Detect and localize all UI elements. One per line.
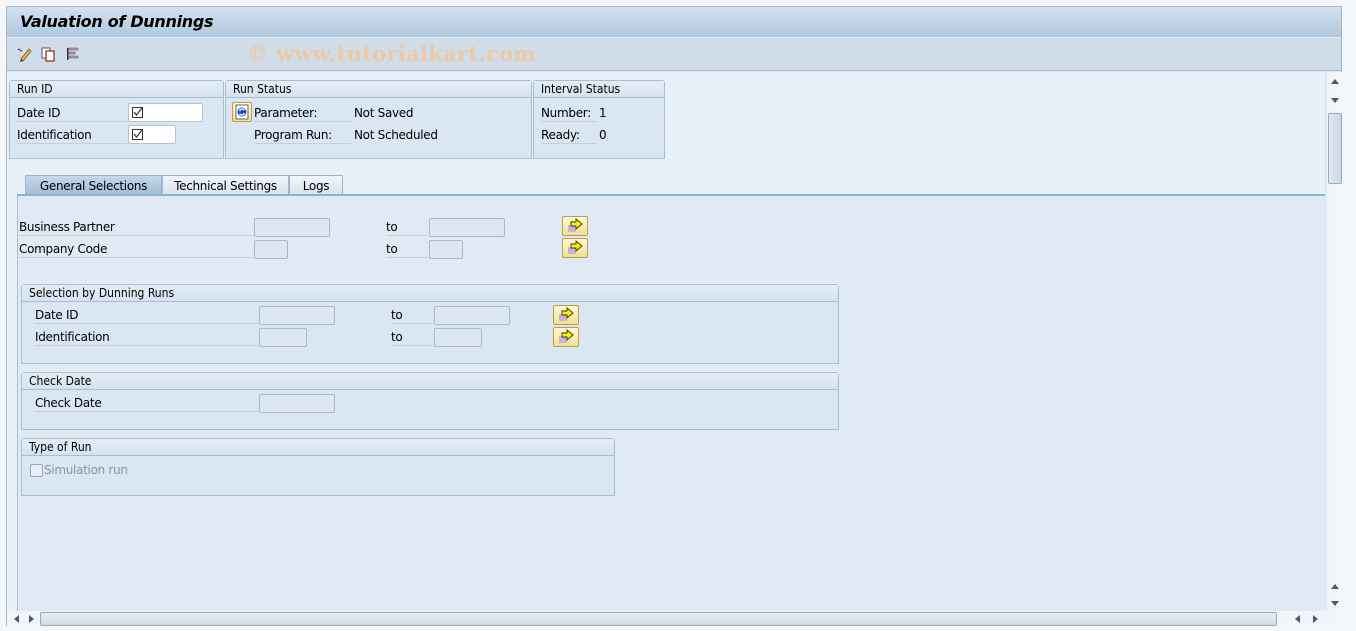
scroll-up-bottom-button[interactable] [1327, 579, 1343, 595]
business-partner-multiple-selection-button[interactable] [562, 216, 588, 236]
program-run-label: Program Run: [254, 126, 351, 144]
business-partner-label: Business Partner [19, 218, 255, 236]
sap-window: Valuation of Dunnings © www.tutorialkart… [6, 6, 1343, 627]
company-code-to-input[interactable] [429, 240, 463, 259]
company-code-label: Company Code [19, 240, 255, 258]
run-id-date-id-input[interactable] [128, 103, 203, 122]
company-code-from-input[interactable] [254, 240, 288, 259]
number-label: Number: [541, 104, 597, 122]
business-partner-to-label: to [386, 218, 428, 236]
tab-logs[interactable]: Logs [289, 175, 343, 195]
page-title: Valuation of Dunnings [20, 12, 214, 31]
scroll-left-end-button[interactable] [1290, 611, 1306, 627]
dunning-date-id-multiple-selection-button[interactable] [553, 305, 579, 325]
scroll-down-bottom-button[interactable] [1327, 595, 1343, 611]
scroll-down-button[interactable] [1327, 92, 1343, 108]
vertical-scroll-thumb[interactable] [1328, 113, 1342, 184]
scroll-up-button[interactable] [1327, 74, 1343, 90]
vertical-scrollbar[interactable] [1327, 72, 1343, 612]
business-partner-from-input[interactable] [254, 218, 330, 237]
check-date-input[interactable] [259, 394, 335, 413]
run-id-identification-label: Identification [17, 126, 127, 144]
edit-variant-icon[interactable] [16, 45, 34, 63]
multiple-selection-arrow-icon [559, 329, 574, 343]
run-id-identification-input[interactable] [128, 125, 176, 144]
run-status-group: Run Status Parameter: Not Saved Program … [225, 80, 532, 159]
scroll-right-end-button[interactable] [1307, 611, 1323, 627]
horizontal-scrollbar[interactable] [7, 611, 1343, 627]
business-partner-to-input[interactable] [429, 218, 505, 237]
main-content: Run ID Date ID Identification Run Status [7, 72, 1325, 612]
type-of-run-group: Type of Run Simulation run [21, 438, 615, 496]
run-status-group-title: Run Status [226, 81, 531, 98]
interval-status-group: Interval Status Number: 1 Ready: 0 [533, 80, 665, 159]
interval-status-group-title: Interval Status [534, 81, 664, 98]
multiple-selection-arrow-icon [568, 218, 583, 232]
multiple-selection-arrow-icon [568, 240, 583, 254]
parameter-label: Parameter: [254, 104, 351, 122]
number-value: 1 [599, 106, 607, 120]
dunning-date-id-from-input[interactable] [259, 306, 335, 325]
general-selections-panel: Business Partner to Company Code to Sele… [17, 196, 1325, 612]
arrow-right-icon [1313, 615, 1318, 623]
required-check-icon [132, 129, 143, 140]
refresh-icon [235, 104, 249, 120]
dunning-runs-group-title: Selection by Dunning Runs [22, 285, 838, 302]
arrow-down-icon [1331, 98, 1339, 103]
required-check-icon [132, 107, 143, 118]
arrow-up-icon [1331, 79, 1339, 84]
tab-technical-settings[interactable]: Technical Settings [162, 175, 289, 195]
ready-value: 0 [599, 128, 607, 142]
company-code-multiple-selection-button[interactable] [562, 238, 588, 258]
application-toolbar: © www.tutorialkart.com [7, 38, 1341, 71]
dunning-date-id-to-label: to [391, 306, 433, 324]
multiple-selection-arrow-icon [559, 307, 574, 321]
dunning-identification-label: Identification [35, 328, 259, 346]
dunning-identification-from-input[interactable] [259, 328, 307, 347]
refresh-button[interactable] [232, 102, 252, 122]
arrow-up-icon [1331, 584, 1339, 589]
dunning-identification-to-input[interactable] [434, 328, 482, 347]
run-id-group: Run ID Date ID Identification [9, 80, 224, 159]
check-date-label: Check Date [35, 394, 259, 412]
dunning-identification-to-label: to [391, 328, 433, 346]
copy-icon[interactable] [40, 45, 58, 63]
program-run-value: Not Scheduled [354, 128, 438, 142]
simulation-run-label: Simulation run [44, 463, 128, 477]
run-id-date-id-label: Date ID [17, 104, 127, 122]
dunning-date-id-to-input[interactable] [434, 306, 510, 325]
watermark: © www.tutorialkart.com [247, 41, 536, 66]
check-date-group: Check Date Check Date [21, 372, 839, 430]
dunning-runs-group: Selection by Dunning Runs Date ID to Ide… [21, 284, 839, 364]
parameter-value: Not Saved [354, 106, 414, 120]
check-date-group-title: Check Date [22, 373, 838, 390]
dunning-identification-multiple-selection-button[interactable] [553, 327, 579, 347]
run-id-group-title: Run ID [10, 81, 223, 98]
simulation-run-checkbox[interactable] [30, 464, 43, 477]
arrow-left-icon [1295, 615, 1300, 623]
arrow-right-icon [29, 615, 34, 623]
type-of-run-group-title: Type of Run [22, 439, 614, 456]
company-code-to-label: to [386, 240, 428, 258]
horizontal-scroll-thumb[interactable] [40, 612, 1277, 626]
scroll-right-button[interactable] [23, 611, 39, 627]
log-list-icon[interactable] [64, 45, 82, 63]
arrow-down-icon [1331, 601, 1339, 606]
title-bar: Valuation of Dunnings [7, 7, 1341, 38]
tab-general-selections[interactable]: General Selections [25, 175, 162, 195]
ready-label: Ready: [541, 126, 597, 144]
dunning-date-id-label: Date ID [35, 306, 259, 324]
